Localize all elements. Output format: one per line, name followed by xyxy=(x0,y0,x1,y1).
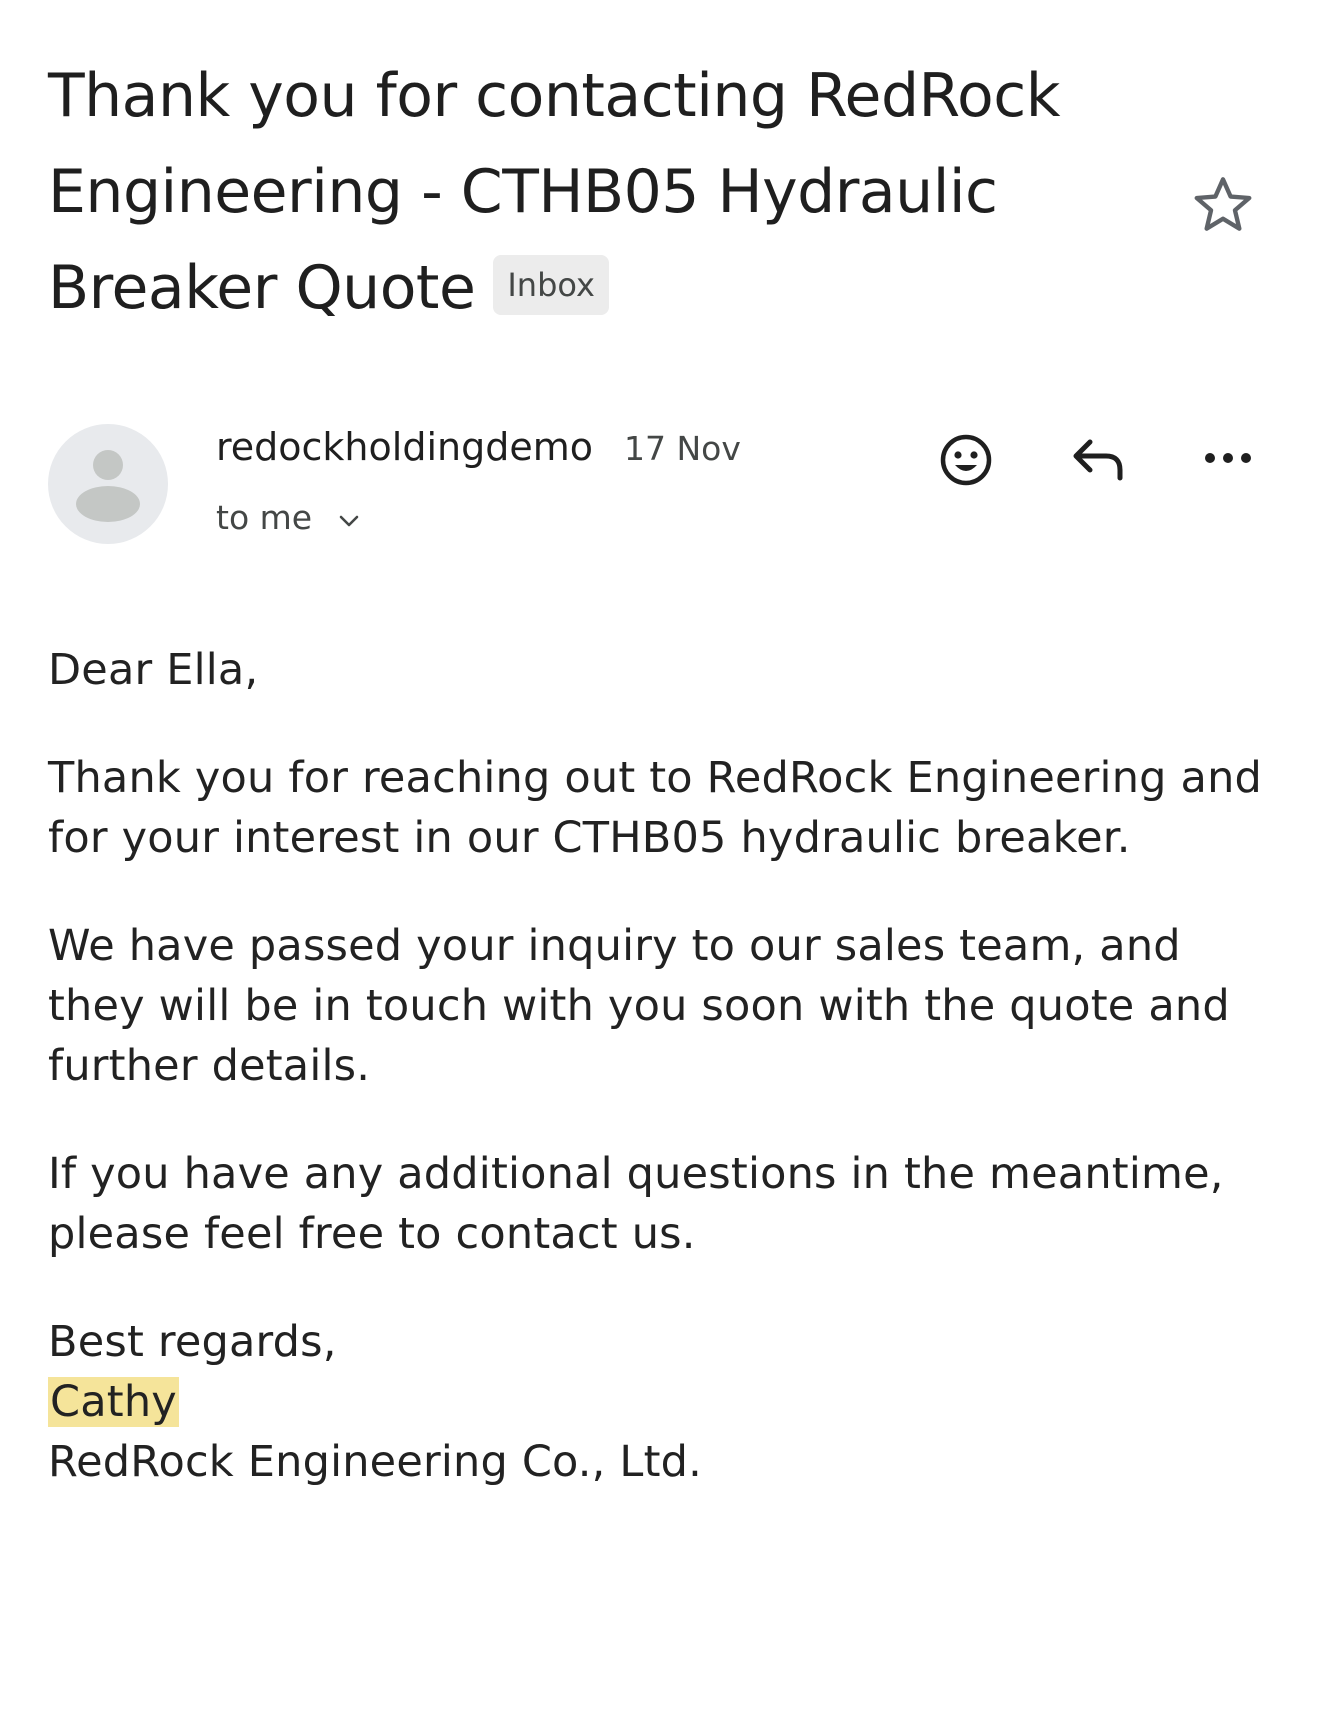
star-icon[interactable] xyxy=(1188,170,1258,240)
more-horizontal-icon[interactable] xyxy=(1196,428,1260,492)
signature: Best regards, Cathy RedRock Engineering … xyxy=(48,1312,1278,1492)
body-paragraph: We have passed your inquiry to our sales… xyxy=(48,921,1230,1091)
signature-name: Cathy xyxy=(48,1377,179,1427)
recipient-toggle[interactable]: to me xyxy=(216,496,360,542)
chevron-down-icon xyxy=(338,495,360,539)
email-subject: Thank you for contacting RedRock Enginee… xyxy=(48,48,1108,336)
body-paragraph: Thank you for reaching out to RedRock En… xyxy=(48,753,1263,863)
greeting: Dear Ella, xyxy=(48,645,259,695)
inbox-label-badge[interactable]: Inbox xyxy=(493,255,609,316)
email-body: Dear Ella, Thank you for reaching out to… xyxy=(48,640,1278,1492)
message-date: 17 Nov xyxy=(624,429,741,468)
smiley-icon[interactable] xyxy=(934,428,998,492)
email-header: Thank you for contacting RedRock Enginee… xyxy=(48,48,1108,336)
reply-icon[interactable] xyxy=(1066,428,1130,492)
sender-name[interactable]: redockholdingdemo xyxy=(216,424,593,470)
sender-avatar[interactable] xyxy=(48,424,168,544)
signature-company: RedRock Engineering Co., Ltd. xyxy=(48,1437,702,1487)
signoff: Best regards, xyxy=(48,1317,337,1367)
person-icon xyxy=(76,450,140,522)
recipient-label: to me xyxy=(216,498,313,537)
body-paragraph: If you have any additional questions in … xyxy=(48,1149,1224,1259)
